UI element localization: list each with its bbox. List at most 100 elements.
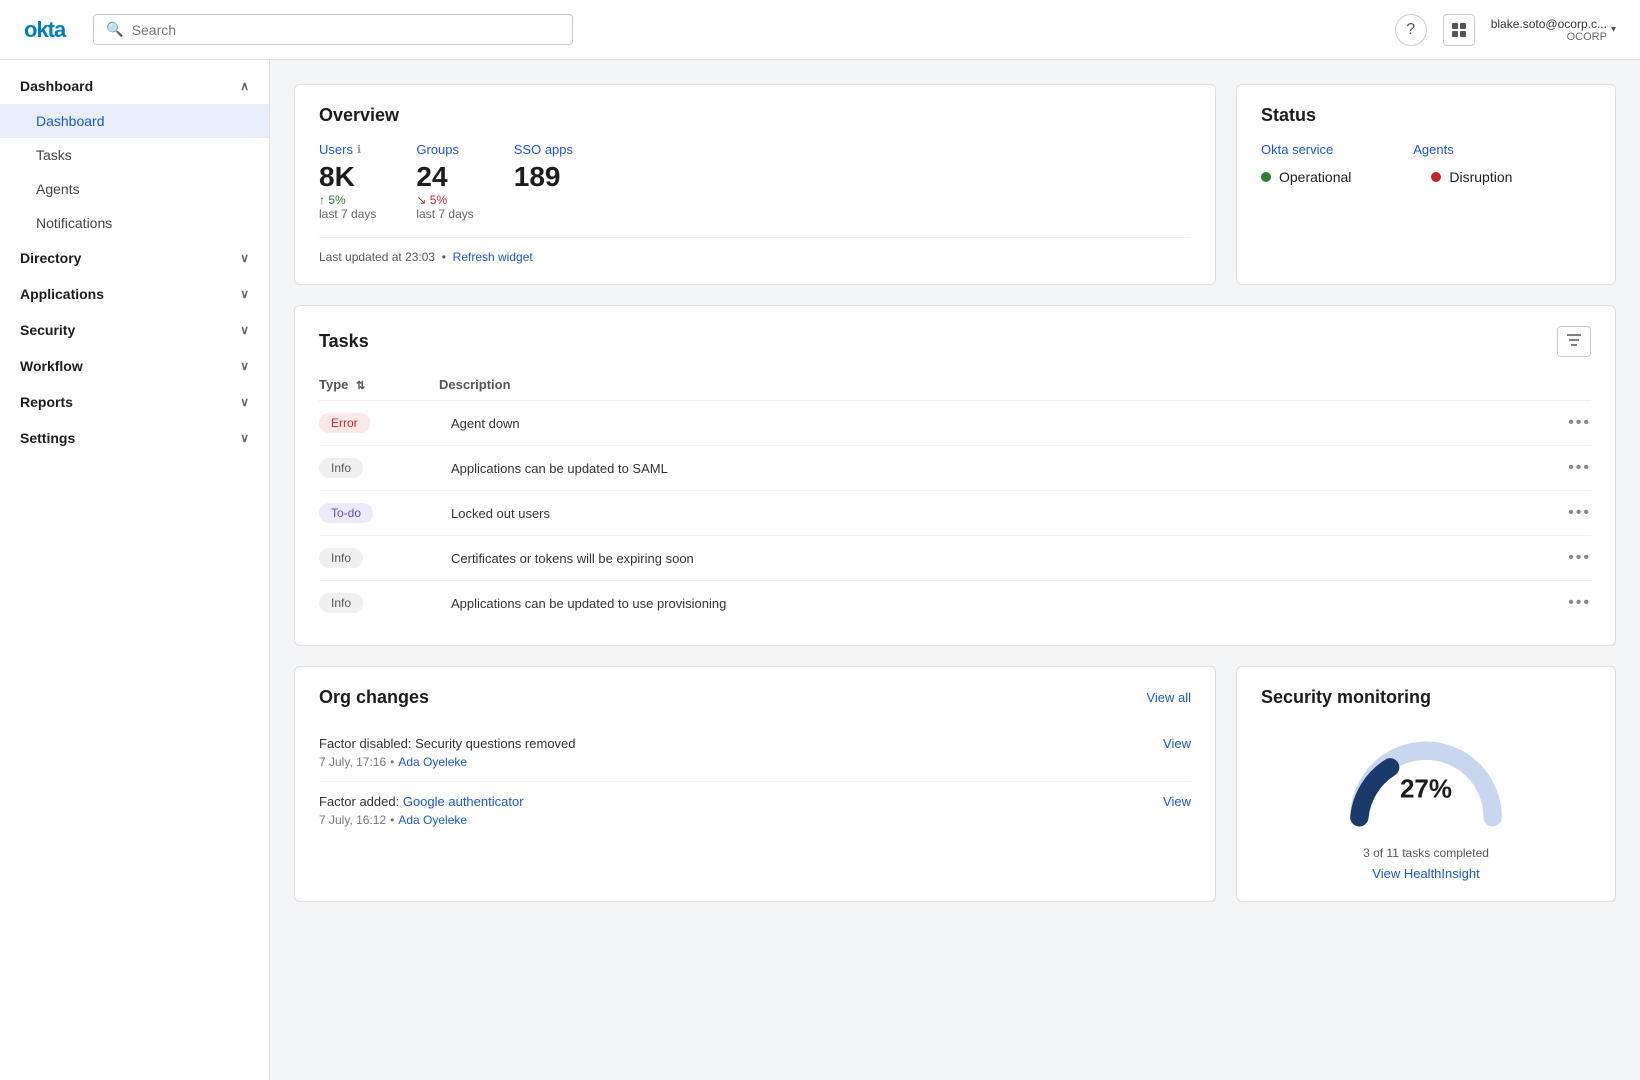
factor-link[interactable]: Google authenticator [403,794,524,809]
task-type-col: To-do [319,503,439,523]
org-header: Org changes View all [319,687,1191,708]
tasks-table-header: Type ⇅ Description [319,369,1591,401]
change-meta: 7 July, 17:16 • Ada Oyeleke [319,755,1191,769]
change-view-link[interactable]: View [1163,736,1191,751]
overview-title: Overview [319,105,1191,126]
sidebar-applications-label: Applications [20,286,104,302]
table-row: To-do Locked out users ••• [319,491,1591,536]
change-meta: 7 July, 16:12 • Ada Oyeleke [319,813,1191,827]
sidebar-header-dashboard[interactable]: Dashboard ∧ [0,68,269,104]
sidebar-header-security[interactable]: Security ∨ [0,312,269,348]
tasks-card: Tasks Type ⇅ Description [294,305,1616,646]
col-type-header[interactable]: Type ⇅ [319,377,439,392]
top-nav: okta 🔍 ? blake.soto@ocorp.c... OCORP ▾ [0,0,1640,60]
task-description: Locked out users [451,506,1551,521]
help-icon[interactable]: ? [1395,14,1427,46]
sidebar-item-notifications[interactable]: Notifications [0,206,269,240]
sidebar-item-agents[interactable]: Agents [0,172,269,206]
last-updated: Last updated at 23:03 • Refresh widget [319,237,1191,264]
view-all-link[interactable]: View all [1146,690,1191,705]
table-row: Error Agent down ••• [319,401,1591,446]
table-row: Info Certificates or tokens will be expi… [319,536,1591,581]
chevron-down-icon: ∨ [240,359,249,373]
task-menu-button[interactable]: ••• [1551,594,1591,612]
user-chevron-icon: ▾ [1611,24,1616,35]
sidebar-section-security: Security ∨ [0,312,269,348]
sidebar-section-directory: Directory ∨ [0,240,269,276]
status-title: Status [1261,105,1591,126]
search-input[interactable] [132,22,561,38]
task-description: Agent down [451,416,1551,431]
status-badge: Info [319,458,363,478]
groups-label[interactable]: Groups [416,142,473,157]
sidebar-section-applications: Applications ∨ [0,276,269,312]
status-badge: To-do [319,503,373,523]
topnav-right: ? blake.soto@ocorp.c... OCORP ▾ [1395,14,1616,46]
donut-percent: 27% [1400,774,1452,805]
users-label[interactable]: Users ℹ [319,142,376,157]
refresh-widget-link[interactable]: Refresh widget [453,250,533,264]
change-user-link[interactable]: Ada Oyeleke [398,813,467,827]
users-metric: Users ℹ 8K ↑ 5% last 7 days [319,142,376,221]
sidebar-header-applications[interactable]: Applications ∨ [0,276,269,312]
sidebar-header-workflow[interactable]: Workflow ∨ [0,348,269,384]
table-row: Info Applications can be updated to SAML… [319,446,1591,491]
change-title: Factor added: Google authenticator [319,794,524,809]
sidebar-section-reports: Reports ∨ [0,384,269,420]
main-layout: Dashboard ∧ Dashboard Tasks Agents Notif… [0,60,1640,1080]
groups-value: 24 [416,161,473,193]
change-user-link[interactable]: Ada Oyeleke [398,755,467,769]
okta-status-col: Operational [1261,169,1351,185]
chevron-down-icon: ∨ [240,395,249,409]
sso-metric: SSO apps 189 [514,142,573,221]
chevron-down-icon: ∨ [240,251,249,265]
overview-card: Overview Users ℹ 8K ↑ 5% last 7 days [294,84,1216,285]
agents-status-col: Disruption [1431,169,1512,185]
agents-status-label: Disruption [1449,169,1512,185]
filter-button[interactable] [1557,326,1591,357]
agents-status-dot [1431,172,1441,182]
overview-metrics: Users ℹ 8K ↑ 5% last 7 days Groups 24 ↘ [319,142,1191,221]
donut-chart: 27% [1336,734,1516,834]
tasks-header: Tasks [319,326,1591,357]
task-menu-button[interactable]: ••• [1551,504,1591,522]
bottom-row: Org changes View all Factor disabled: Se… [294,666,1616,902]
sidebar-security-label: Security [20,322,75,338]
search-bar[interactable]: 🔍 [93,14,573,45]
user-dropdown[interactable]: blake.soto@ocorp.c... OCORP ▾ [1491,17,1616,43]
security-monitoring-card: Security monitoring [1236,666,1616,902]
sidebar-section-workflow: Workflow ∨ [0,348,269,384]
sidebar: Dashboard ∧ Dashboard Tasks Agents Notif… [0,60,270,1080]
task-menu-button[interactable]: ••• [1551,549,1591,567]
health-insight-link[interactable]: View HealthInsight [1372,866,1479,881]
agents-link[interactable]: Agents [1413,142,1453,157]
status-badge: Error [319,413,370,433]
okta-service-link[interactable]: Okta service [1261,142,1333,157]
sidebar-item-tasks[interactable]: Tasks [0,138,269,172]
task-menu-button[interactable]: ••• [1551,459,1591,477]
task-menu-button[interactable]: ••• [1551,414,1591,432]
sso-label[interactable]: SSO apps [514,142,573,157]
chevron-down-icon: ∧ [240,79,249,93]
status-links: Okta service Agents [1261,142,1591,157]
sidebar-item-dashboard[interactable]: Dashboard [0,104,269,138]
change-title: Factor disabled: Security questions remo… [319,736,576,751]
okta-status-label: Operational [1279,169,1351,185]
user-email: blake.soto@ocorp.c... [1491,17,1607,31]
security-subtitle: 3 of 11 tasks completed [1363,846,1489,860]
sidebar-header-directory[interactable]: Directory ∨ [0,240,269,276]
chevron-down-icon: ∨ [240,431,249,445]
task-description: Certificates or tokens will be expiring … [451,551,1551,566]
status-badge: Info [319,548,363,568]
sidebar-header-reports[interactable]: Reports ∨ [0,384,269,420]
groups-metric: Groups 24 ↘ 5% last 7 days [416,142,473,221]
sso-value: 189 [514,161,573,193]
apps-icon[interactable] [1443,14,1475,46]
sidebar-section-settings: Settings ∨ [0,420,269,456]
top-row: Overview Users ℹ 8K ↑ 5% last 7 days [294,84,1616,285]
task-description: Applications can be updated to SAML [451,461,1551,476]
security-content: 27% 3 of 11 tasks completed View HealthI… [1261,724,1591,881]
sidebar-header-settings[interactable]: Settings ∨ [0,420,269,456]
user-org: OCORP [1567,31,1607,43]
change-view-link[interactable]: View [1163,794,1191,809]
